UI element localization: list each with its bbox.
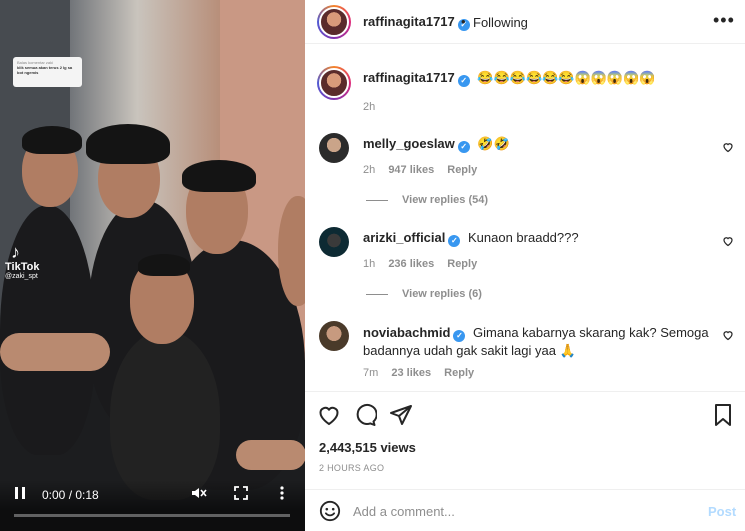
view-replies-button[interactable]: View replies (54) [366,194,488,206]
comment-text: Kunaon braadd??? [468,230,579,245]
caption-username[interactable]: raffinagita1717 ✓ [363,70,470,87]
comment-like-icon[interactable] [722,235,734,247]
video-person-2-hair [86,124,170,164]
comment-meta: 7m 23 likes Reply [363,367,474,379]
author-username-text: raffinagita1717 [363,14,455,29]
comment-avatar[interactable] [319,227,349,257]
caption-avatar[interactable] [317,66,351,100]
view-replies-label: View replies (6) [402,288,482,300]
share-send-icon[interactable] [389,403,413,427]
video-player[interactable]: Balas komentar zaki klik semua akan teru… [0,0,305,531]
verified-icon: ✓ [448,235,461,247]
comment-username[interactable]: arizki_official ✓ [363,230,461,247]
video-person-center-hair [138,254,190,276]
emoji-icon[interactable] [319,500,341,522]
comment-row: melly_goeslaw ✓ 🤣🤣 [363,136,510,153]
caption-time: 2h [363,101,376,113]
comment-like-icon[interactable] [722,141,734,153]
pause-icon[interactable] [14,486,26,503]
caption-row: raffinagita1717 ✓ 😂😂😂😂😂😂😱😱😱😱😱 [363,70,655,87]
post-header: raffinagita1717 ✓ • Following ••• [305,0,745,44]
comment-reply-button[interactable]: Reply [447,258,477,270]
video-person-3-hair [182,160,256,192]
video-controls: 0:00 / 0:18 [0,480,305,531]
tiktok-label: TikTok [5,261,40,273]
comment-time: 7m [363,367,379,379]
sticker-text: klik semua akan terus 2 lg sa bot ngemis [17,65,73,75]
post-comment-button[interactable]: Post [708,504,736,519]
comment-avatar[interactable] [319,321,349,351]
add-comment-input[interactable] [353,499,693,523]
verified-icon: ✓ [457,75,470,87]
caption-username-text: raffinagita1717 [363,70,455,85]
comment-username[interactable]: melly_goeslaw ✓ [363,136,470,153]
comment-username[interactable]: noviabachmid ✓ [363,325,466,342]
actions-divider [305,391,745,392]
comment-likes[interactable]: 23 likes [391,367,431,379]
video-person-1-hair [22,126,82,154]
like-heart-icon[interactable] [317,403,341,427]
bookmark-icon[interactable] [711,403,735,427]
video-more-icon[interactable] [280,486,284,503]
header-separator: • [461,14,466,29]
more-options-icon[interactable]: ••• [713,10,735,31]
post-timestamp: 2 HOURS AGO [319,463,385,473]
view-replies-button[interactable]: View replies (6) [366,288,482,300]
comment-bubble-icon[interactable] [353,403,377,427]
comment-meta: 2h 947 likes Reply [363,164,477,176]
tiktok-watermark: ♪ TikTok @zaki_spt [5,243,39,280]
comment-username-text: melly_goeslaw [363,136,455,151]
comment-like-icon[interactable] [722,329,734,341]
fullscreen-icon[interactable] [234,486,248,503]
comment-time: 1h [363,258,376,270]
view-count[interactable]: 2,443,515 views [319,440,416,455]
video-arm-2 [236,440,305,470]
view-replies-label: View replies (54) [402,194,489,206]
comment-reply-button[interactable]: Reply [447,164,477,176]
verified-icon: ✓ [453,330,466,342]
post-panel: raffinagita1717 ✓ • Following ••• raffina… [305,0,745,531]
comment-text: 🤣🤣 [477,136,510,151]
mute-icon[interactable] [191,486,207,503]
replies-line [366,293,388,295]
tiktok-icon: ♪ [11,242,20,262]
comment-username-text: arizki_official [363,230,446,245]
comment-text-line2: badannya udah gak sakit lagi yaa 🙏 [363,343,576,358]
caption-text: 😂😂😂😂😂😂😱😱😱😱😱 [477,70,656,85]
video-progress-bar[interactable] [14,514,290,517]
author-avatar[interactable] [317,5,351,39]
comment-username-text: noviabachmid [363,325,451,340]
replies-line [366,199,388,201]
video-time: 0:00 / 0:18 [42,488,99,502]
comment-row: noviabachmid ✓ Gimana kabarnya skarang ka… [363,324,709,360]
video-arm-1 [0,333,110,371]
author-username[interactable]: raffinagita1717 ✓ [363,14,470,31]
comment-avatar[interactable] [319,133,349,163]
add-comment-bar: Post [305,489,745,531]
comment-likes[interactable]: 236 likes [388,258,434,270]
following-button[interactable]: Following [473,15,528,30]
video-person-center [110,330,220,500]
tiktok-reply-sticker: Balas komentar zaki klik semua akan teru… [13,57,82,87]
comment-likes[interactable]: 947 likes [388,164,434,176]
verified-icon: ✓ [457,141,470,153]
comment-meta: 1h 236 likes Reply [363,258,477,270]
comment-time: 2h [363,164,376,176]
comment-row: arizki_official ✓ Kunaon braadd??? [363,230,579,247]
comment-reply-button[interactable]: Reply [444,367,474,379]
tiktok-username: @zaki_spt [5,273,38,280]
comment-text-line1: Gimana kabarnya skarang kak? Semoga [473,325,709,340]
